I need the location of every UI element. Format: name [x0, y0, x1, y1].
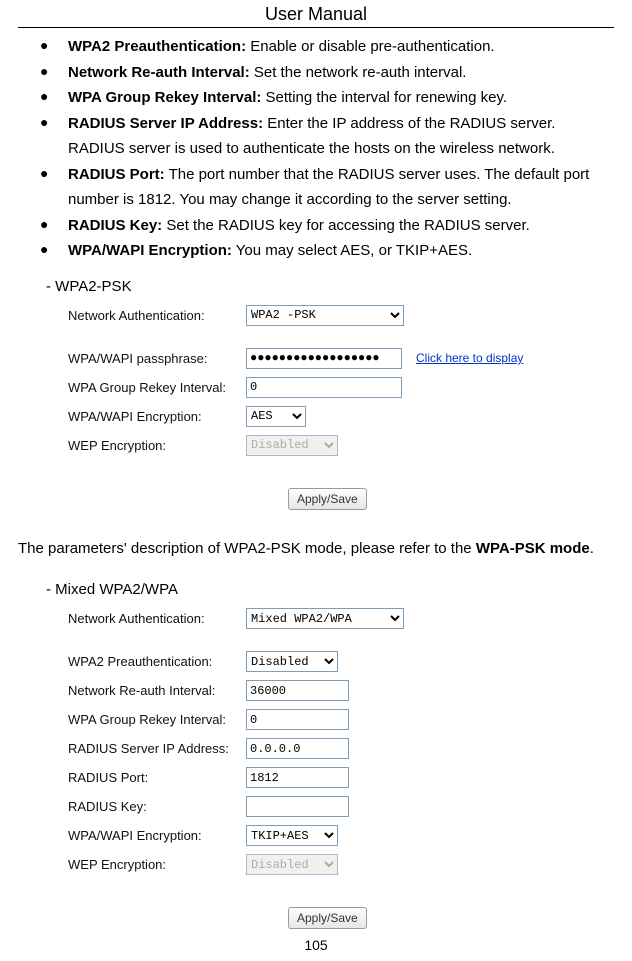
- label-radius-ip: RADIUS Server IP Address:: [68, 741, 246, 756]
- list-item: RADIUS Port: The port number that the RA…: [40, 162, 614, 213]
- bullet-list: WPA2 Preauthentication: Enable or disabl…: [18, 34, 614, 264]
- desc: Set the RADIUS key for accessing the RAD…: [162, 217, 530, 234]
- label-rekey: WPA Group Rekey Interval:: [68, 380, 246, 395]
- link-display-passphrase[interactable]: Click here to display: [416, 351, 523, 365]
- para-bold: WPA-PSK mode: [476, 540, 590, 557]
- select-wep: Disabled: [246, 435, 338, 456]
- input-rekey[interactable]: [246, 377, 402, 398]
- page-title: User Manual: [18, 0, 614, 27]
- divider: [18, 27, 614, 28]
- input-reauth[interactable]: [246, 680, 349, 701]
- label-radius-key: RADIUS Key:: [68, 799, 246, 814]
- input-radius-ip[interactable]: [246, 738, 349, 759]
- page-number: 105: [18, 933, 614, 953]
- input-radius-key[interactable]: [246, 796, 349, 817]
- form-wpa2psk: Network Authentication: WPA2 -PSK WPA/WA…: [18, 301, 614, 514]
- term: WPA2 Preauthentication:: [68, 38, 246, 55]
- term: WPA Group Rekey Interval:: [68, 89, 261, 106]
- label-net-auth2: Network Authentication:: [68, 611, 246, 626]
- list-item: WPA/WAPI Encryption: You may select AES,…: [40, 238, 614, 264]
- select-enc2[interactable]: TKIP+AES: [246, 825, 338, 846]
- label-rekey2: WPA Group Rekey Interval:: [68, 712, 246, 727]
- label-wep: WEP Encryption:: [68, 438, 246, 453]
- paragraph: The parameters' description of WPA2-PSK …: [18, 514, 614, 568]
- select-preauth[interactable]: Disabled: [246, 651, 338, 672]
- label-wep2: WEP Encryption:: [68, 857, 246, 872]
- section-heading-wpa2psk: - WPA2-PSK: [18, 264, 614, 301]
- input-passphrase[interactable]: [246, 348, 402, 369]
- para-post: .: [590, 540, 594, 557]
- label-passphrase: WPA/WAPI passphrase:: [68, 351, 246, 366]
- label-radius-port: RADIUS Port:: [68, 770, 246, 785]
- list-item: Network Re-auth Interval: Set the networ…: [40, 60, 614, 86]
- desc: Set the network re-auth interval.: [250, 64, 467, 81]
- term: WPA/WAPI Encryption:: [68, 242, 232, 259]
- form-mixed: Network Authentication: Mixed WPA2/WPA W…: [18, 604, 614, 933]
- label-enc: WPA/WAPI Encryption:: [68, 409, 246, 424]
- label-enc2: WPA/WAPI Encryption:: [68, 828, 246, 843]
- list-item: RADIUS Server IP Address: Enter the IP a…: [40, 111, 614, 162]
- input-radius-port[interactable]: [246, 767, 349, 788]
- term: RADIUS Server IP Address:: [68, 115, 263, 132]
- label-preauth: WPA2 Preauthentication:: [68, 654, 246, 669]
- select-net-auth2[interactable]: Mixed WPA2/WPA: [246, 608, 404, 629]
- select-wep2: Disabled: [246, 854, 338, 875]
- apply-save-button-2[interactable]: Apply/Save: [288, 907, 367, 929]
- term: RADIUS Port:: [68, 166, 165, 183]
- select-net-auth[interactable]: WPA2 -PSK: [246, 305, 404, 326]
- list-item: WPA2 Preauthentication: Enable or disabl…: [40, 34, 614, 60]
- section-heading-mixed: - Mixed WPA2/WPA: [18, 567, 614, 604]
- label-net-auth: Network Authentication:: [68, 308, 246, 323]
- list-item: WPA Group Rekey Interval: Setting the in…: [40, 85, 614, 111]
- apply-save-button[interactable]: Apply/Save: [288, 488, 367, 510]
- para-pre: The parameters' description of WPA2-PSK …: [18, 540, 476, 557]
- list-item: RADIUS Key: Set the RADIUS key for acces…: [40, 213, 614, 239]
- input-rekey2[interactable]: [246, 709, 349, 730]
- term: Network Re-auth Interval:: [68, 64, 250, 81]
- desc: You may select AES, or TKIP+AES.: [232, 242, 472, 259]
- select-enc[interactable]: AES: [246, 406, 306, 427]
- desc: Setting the interval for renewing key.: [261, 89, 507, 106]
- desc: Enable or disable pre-authentication.: [246, 38, 495, 55]
- term: RADIUS Key:: [68, 217, 162, 234]
- label-reauth: Network Re-auth Interval:: [68, 683, 246, 698]
